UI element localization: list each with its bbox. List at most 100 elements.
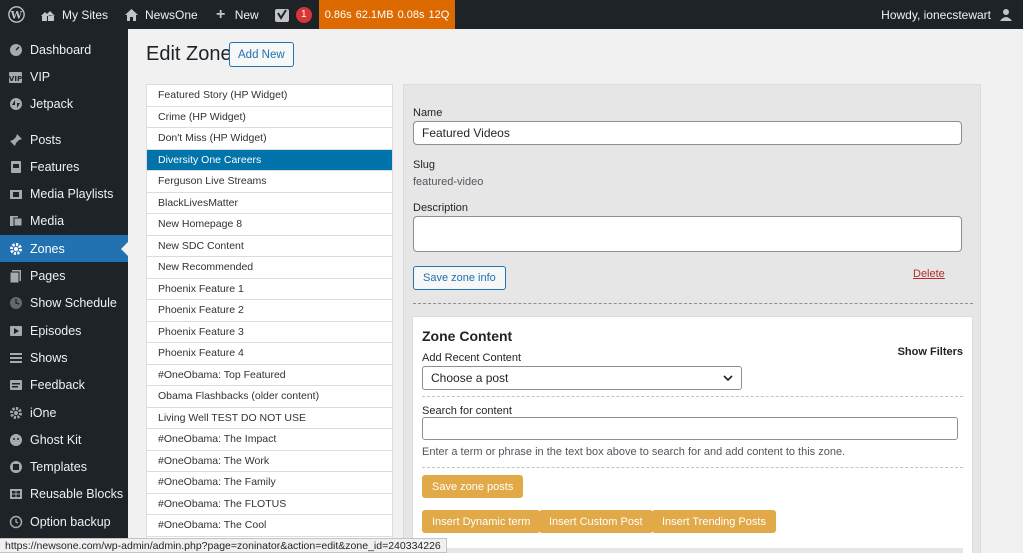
zone-edit-panel: Name Featured Videos Slug featured-video… (403, 84, 981, 553)
gear-icon (8, 241, 23, 256)
svg-text:W: W (9, 9, 22, 21)
new-label: New (234, 7, 259, 22)
sidebar-item-option-backup[interactable]: Option backup (0, 508, 128, 535)
save-zone-info-button[interactable]: Save zone info (413, 266, 506, 290)
sidebar-item-media-playlists[interactable]: Media Playlists (0, 180, 128, 207)
sidebar-item-label: Feedback (30, 378, 85, 393)
insert-custom-post-button[interactable]: Insert Custom Post (539, 510, 653, 533)
zone-list-item[interactable]: #OneObama: The Work (147, 451, 392, 472)
dashboard-icon (8, 42, 23, 57)
sidebar-item-label: VIP (30, 69, 51, 84)
add-recent-label: Add Recent Content (422, 352, 522, 364)
perf-memory: 62.1MB (355, 8, 394, 21)
sidebar-item-pages[interactable]: Pages (0, 262, 128, 289)
sidebar-item-label: Media Playlists (30, 187, 114, 202)
home-icon (122, 6, 140, 24)
zone-list-item[interactable]: #OneObama: The Family (147, 472, 392, 494)
divider (422, 467, 963, 468)
slug-value: featured-video (413, 176, 484, 188)
jetpack-icon (8, 97, 23, 112)
pages-icon (8, 269, 23, 284)
zone-list-item[interactable]: New Homepage 8 (147, 214, 392, 236)
recent-content-select[interactable]: Choose a post (422, 366, 742, 390)
zone-list-item[interactable]: Don't Miss (HP Widget) (147, 128, 392, 150)
sidebar-item-show-schedule[interactable]: Show Schedule (0, 290, 128, 317)
zone-list-item[interactable]: BlackLivesMatter (147, 193, 392, 214)
zone-list-item[interactable]: Phoenix Feature 2 (147, 300, 392, 322)
yoast-icon (273, 6, 291, 24)
zone-list-item[interactable]: Living Well TEST DO NOT USE (147, 408, 392, 429)
zone-name-input[interactable]: Featured Videos (413, 121, 962, 145)
sidebar-item-dashboard[interactable]: Dashboard (0, 36, 128, 63)
sidebar-item-label: Reusable Blocks (30, 487, 124, 502)
zone-list-item[interactable]: New Recommended (147, 257, 392, 279)
sidebar-item-media[interactable]: Media (0, 208, 128, 235)
admin-sidebar: Dashboard VIP VIP Jetpack Posts Features … (0, 29, 128, 553)
list-icon (8, 350, 23, 365)
query-monitor[interactable]: 0.86s 62.1MB 0.08s 12Q (318, 0, 456, 29)
feedback-icon (8, 378, 23, 393)
templates-icon (8, 460, 23, 475)
add-new-button[interactable]: Add New (229, 42, 294, 67)
sidebar-item-templates[interactable]: Templates (0, 453, 128, 480)
zone-list-item-selected[interactable]: Diversity One Careers (147, 149, 392, 171)
perf-db-time: 0.08s (397, 8, 425, 21)
backup-icon (8, 514, 23, 529)
description-label: Description (413, 202, 469, 214)
zone-list: Featured Story (HP Widget) Crime (HP Wid… (146, 84, 393, 540)
play-icon (8, 323, 23, 338)
sidebar-item-label: Ghost Kit (30, 432, 82, 447)
sidebar-item-reusable-blocks[interactable]: Reusable Blocks (0, 481, 128, 508)
save-zone-posts-button[interactable]: Save zone posts (422, 475, 524, 498)
search-content-input[interactable] (422, 417, 958, 440)
zone-list-item[interactable]: Featured Story (HP Widget) (147, 85, 392, 107)
delete-zone-link[interactable]: Delete (913, 268, 945, 280)
sidebar-item-label: Zones (30, 241, 65, 256)
divider (413, 303, 973, 304)
zone-list-item[interactable]: #OneObama: Top Featured (147, 365, 392, 386)
slug-label: Slug (413, 159, 436, 171)
site-name-menu[interactable]: NewsOne (115, 0, 205, 29)
perf-queries: 12Q (428, 8, 450, 21)
zone-list-item[interactable]: Phoenix Feature 3 (147, 322, 392, 343)
sidebar-item-episodes[interactable]: Episodes (0, 317, 128, 344)
sidebar-item-label: Dashboard (30, 42, 92, 57)
sidebar-item-label: iOne (30, 405, 57, 420)
insert-dynamic-term-button[interactable]: Insert Dynamic term (422, 510, 541, 533)
svg-text:VIP: VIP (9, 75, 22, 83)
zone-list-item[interactable]: Crime (HP Widget) (147, 107, 392, 128)
zone-list-item[interactable]: Obama Flashbacks (older content) (147, 386, 392, 408)
gear-icon (8, 405, 23, 420)
sidebar-item-ione[interactable]: iOne (0, 399, 128, 426)
zone-list-item[interactable]: New SDC Content (147, 236, 392, 257)
sidebar-item-label: Shows (30, 350, 68, 365)
sidebar-item-jetpack[interactable]: Jetpack (0, 91, 128, 118)
blocks-icon (8, 487, 23, 502)
zone-list-item[interactable]: #OneObama: The FLOTUS (147, 494, 392, 515)
zone-list-item[interactable]: #OneObama: The Cool (147, 515, 392, 537)
insert-trending-posts-button[interactable]: Insert Trending Posts (652, 510, 776, 533)
user-icon (997, 6, 1015, 24)
perf-time: 0.86s (324, 8, 352, 21)
show-filters-link[interactable]: Show Filters (898, 346, 963, 358)
sidebar-item-vip[interactable]: VIP VIP (0, 63, 128, 90)
zone-list-item[interactable]: Phoenix Feature 1 (147, 279, 392, 300)
site-name-label: NewsOne (145, 7, 198, 22)
zone-list-item[interactable]: #OneObama: The Impact (147, 429, 392, 451)
zone-list-item[interactable]: Phoenix Feature 4 (147, 343, 392, 365)
new-content-menu[interactable]: + New (205, 0, 266, 29)
sidebar-item-label: Episodes (30, 323, 82, 338)
sidebar-item-feedback[interactable]: Feedback (0, 372, 128, 399)
sidebar-item-shows[interactable]: Shows (0, 344, 128, 371)
sidebar-item-zones[interactable]: Zones (0, 235, 128, 263)
wordpress-logo[interactable]: W (0, 0, 32, 29)
zone-list-item[interactable]: Ferguson Live Streams (147, 171, 392, 193)
sidebar-item-posts[interactable]: Posts (0, 126, 128, 153)
my-sites-menu[interactable]: My Sites (32, 0, 115, 29)
sidebar-item-features[interactable]: Features (0, 153, 128, 180)
sidebar-item-ghost-kit[interactable]: Ghost Kit (0, 426, 128, 453)
account-menu[interactable]: Howdy, ionecstewart (874, 0, 1023, 29)
features-icon (8, 159, 23, 174)
description-textarea[interactable] (413, 216, 962, 252)
yoast-menu[interactable]: 1 (266, 0, 319, 29)
